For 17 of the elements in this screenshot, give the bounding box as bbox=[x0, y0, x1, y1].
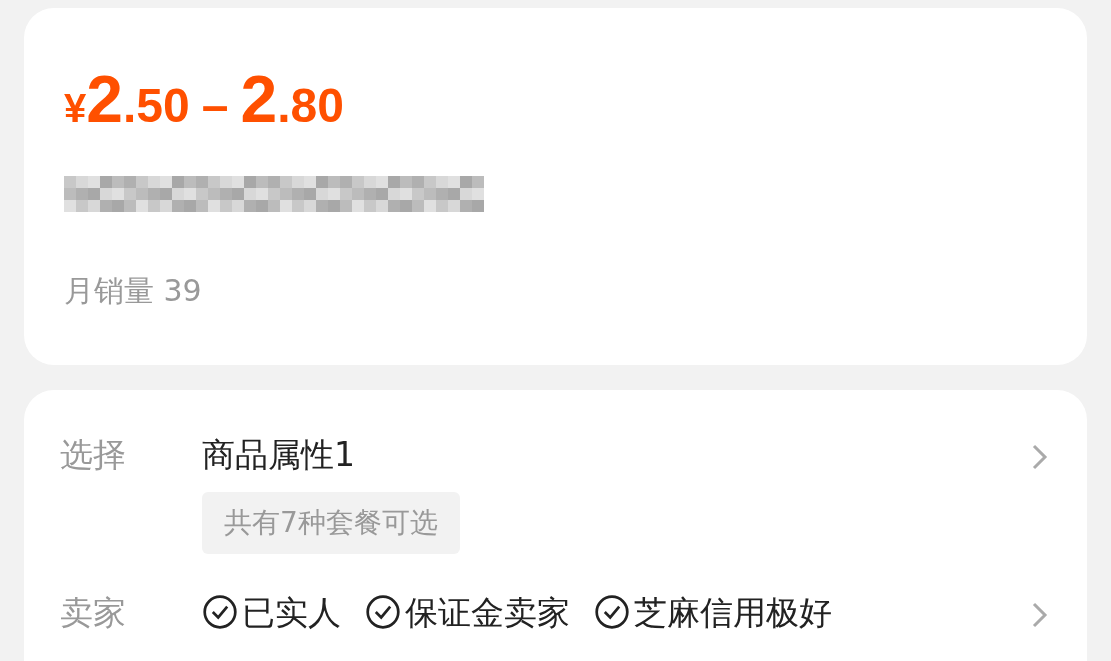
seller-badge-label: 已实人 bbox=[242, 591, 341, 634]
monthly-sales: 月销量 39 bbox=[64, 273, 202, 308]
row-label: 卖家 bbox=[60, 591, 127, 634]
check-circle-icon bbox=[594, 594, 630, 631]
price-decimal: .50 bbox=[122, 82, 190, 130]
price-separator: – bbox=[201, 82, 229, 130]
row-label: 选择 bbox=[60, 434, 127, 476]
currency-symbol: ¥ bbox=[64, 88, 87, 128]
option-count-tag: 共有7种套餐可选 bbox=[202, 491, 460, 554]
seller-badge-label: 保证金卖家 bbox=[405, 591, 570, 634]
price-integer: 2 bbox=[240, 66, 278, 132]
option-value: 商品属性1 bbox=[202, 434, 356, 476]
seller-badge-label: 芝麻信用极好 bbox=[634, 591, 832, 634]
price-decimal: .80 bbox=[277, 82, 344, 130]
check-circle-icon bbox=[202, 594, 238, 631]
price-integer: 2 bbox=[86, 66, 123, 132]
check-circle-icon bbox=[365, 594, 401, 631]
